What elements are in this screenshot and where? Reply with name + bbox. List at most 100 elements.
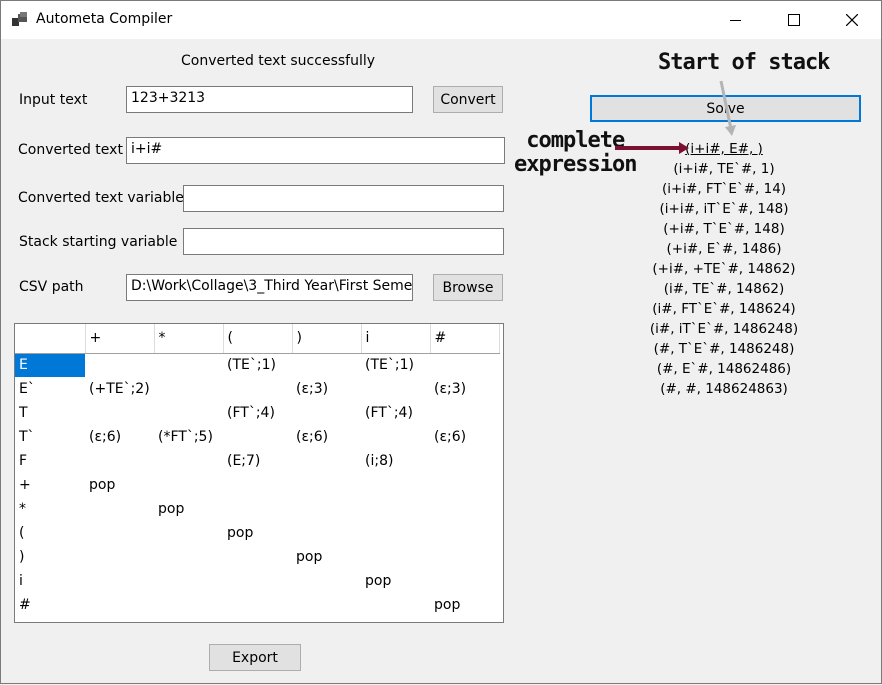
table-row[interactable]: # pop <box>15 593 499 617</box>
table-cell[interactable]: (ε;3) <box>430 377 499 401</box>
convert-button[interactable]: Convert <box>433 86 503 113</box>
table-cell[interactable] <box>154 521 223 545</box>
table-row[interactable]: * pop <box>15 497 499 521</box>
table-cell[interactable] <box>361 473 430 497</box>
table-cell[interactable] <box>292 353 361 377</box>
table-cell[interactable] <box>430 497 499 521</box>
table-column-header[interactable]: ( <box>223 324 293 354</box>
table-cell[interactable]: (TE`;1) <box>223 353 292 377</box>
minimize-button[interactable] <box>706 1 764 39</box>
table-row[interactable]: T (FT`;4) (FT`;4) <box>15 401 499 425</box>
parse-table-grid[interactable]: + *() i # E (TE`;1) (TE`;1) E` (+TE`;2) (ε;3) (ε;… <box>14 323 504 623</box>
table-column-header[interactable]: ) <box>292 324 362 354</box>
table-cell[interactable] <box>292 521 361 545</box>
table-cell[interactable] <box>292 569 361 593</box>
table-row-header[interactable]: * <box>15 497 85 521</box>
table-cell[interactable] <box>361 593 430 617</box>
table-cell[interactable] <box>223 545 292 569</box>
table-cell[interactable]: (E;7) <box>223 449 292 473</box>
table-cell[interactable] <box>430 353 499 377</box>
table-cell[interactable] <box>154 473 223 497</box>
table-cell[interactable] <box>154 401 223 425</box>
converted-variable-field[interactable] <box>183 185 504 212</box>
table-row-header[interactable]: ) <box>15 545 85 569</box>
table-row-header[interactable]: T <box>15 401 85 425</box>
table-cell[interactable] <box>85 593 154 617</box>
table-cell[interactable] <box>154 377 223 401</box>
table-row-header[interactable]: E` <box>15 377 85 401</box>
table-cell[interactable] <box>223 425 292 449</box>
table-row[interactable]: F (E;7) (i;8) <box>15 449 499 473</box>
close-button[interactable] <box>823 1 881 39</box>
table-column-header[interactable]: i <box>361 324 431 354</box>
table-row[interactable]: E` (+TE`;2) (ε;3) (ε;3) <box>15 377 499 401</box>
table-cell[interactable] <box>361 425 430 449</box>
table-corner-header[interactable] <box>15 324 86 354</box>
table-cell[interactable]: (FT`;4) <box>223 401 292 425</box>
table-cell[interactable] <box>85 545 154 569</box>
table-cell[interactable] <box>292 401 361 425</box>
table-row[interactable]: ( pop <box>15 521 499 545</box>
table-cell[interactable]: pop <box>292 545 361 569</box>
table-cell[interactable] <box>223 377 292 401</box>
table-cell[interactable]: (ε;6) <box>430 425 499 449</box>
table-cell[interactable] <box>223 569 292 593</box>
table-cell[interactable] <box>85 497 154 521</box>
stack-variable-field[interactable] <box>183 228 504 255</box>
table-cell[interactable] <box>223 497 292 521</box>
table-cell[interactable] <box>430 473 499 497</box>
table-column-header[interactable]: # <box>430 324 500 354</box>
table-row[interactable]: T` (ε;6) (*FT`;5) (ε;6) (ε;6) <box>15 425 499 449</box>
table-cell[interactable]: (ε;6) <box>292 425 361 449</box>
table-cell[interactable]: (*FT`;5) <box>154 425 223 449</box>
table-cell[interactable] <box>430 545 499 569</box>
table-cell[interactable]: (FT`;4) <box>361 401 430 425</box>
table-row[interactable]: i pop <box>15 569 499 593</box>
input-text-field[interactable]: 123+3213 <box>126 86 413 113</box>
table-cell[interactable] <box>85 521 154 545</box>
table-row-header[interactable]: + <box>15 473 85 497</box>
table-cell[interactable] <box>292 473 361 497</box>
table-cell[interactable] <box>154 545 223 569</box>
table-row[interactable]: E (TE`;1) (TE`;1) <box>15 353 499 377</box>
table-cell[interactable] <box>361 545 430 569</box>
table-row-header[interactable]: i <box>15 569 85 593</box>
table-cell[interactable] <box>154 569 223 593</box>
csv-path-field[interactable]: D:\Work\Collage\3_Third Year\First Semes… <box>126 274 413 301</box>
table-cell[interactable] <box>430 449 499 473</box>
table-cell[interactable] <box>85 353 154 377</box>
table-cell[interactable] <box>361 521 430 545</box>
table-cell[interactable]: (ε;6) <box>85 425 154 449</box>
table-row[interactable]: ) pop <box>15 545 499 569</box>
table-cell[interactable] <box>292 449 361 473</box>
maximize-button[interactable] <box>765 1 823 39</box>
table-cell[interactable] <box>292 593 361 617</box>
table-cell[interactable]: pop <box>223 521 292 545</box>
table-cell[interactable] <box>223 473 292 497</box>
table-cell[interactable]: pop <box>361 569 430 593</box>
table-row-header[interactable]: F <box>15 449 85 473</box>
table-row-header[interactable]: ( <box>15 521 85 545</box>
browse-button[interactable]: Browse <box>433 274 503 301</box>
table-row-header[interactable]: E <box>15 353 85 377</box>
table-cell[interactable] <box>430 521 499 545</box>
converted-text-field[interactable]: i+i# <box>126 137 505 164</box>
table-cell[interactable] <box>154 593 223 617</box>
table-row-header[interactable]: # <box>15 593 85 617</box>
table-cell[interactable] <box>361 377 430 401</box>
table-row-header[interactable]: T` <box>15 425 85 449</box>
table-cell[interactable] <box>154 353 223 377</box>
table-cell[interactable] <box>430 401 499 425</box>
table-column-header[interactable]: * <box>154 324 224 354</box>
export-button[interactable]: Export <box>209 644 301 671</box>
table-cell[interactable]: (ε;3) <box>292 377 361 401</box>
table-cell[interactable] <box>292 497 361 521</box>
table-cell[interactable] <box>361 497 430 521</box>
table-cell[interactable] <box>223 593 292 617</box>
table-cell[interactable] <box>85 449 154 473</box>
table-cell[interactable] <box>154 449 223 473</box>
table-cell[interactable]: (TE`;1) <box>361 353 430 377</box>
table-cell[interactable]: pop <box>430 593 499 617</box>
table-cell[interactable]: (i;8) <box>361 449 430 473</box>
table-column-header[interactable]: + <box>85 324 155 354</box>
